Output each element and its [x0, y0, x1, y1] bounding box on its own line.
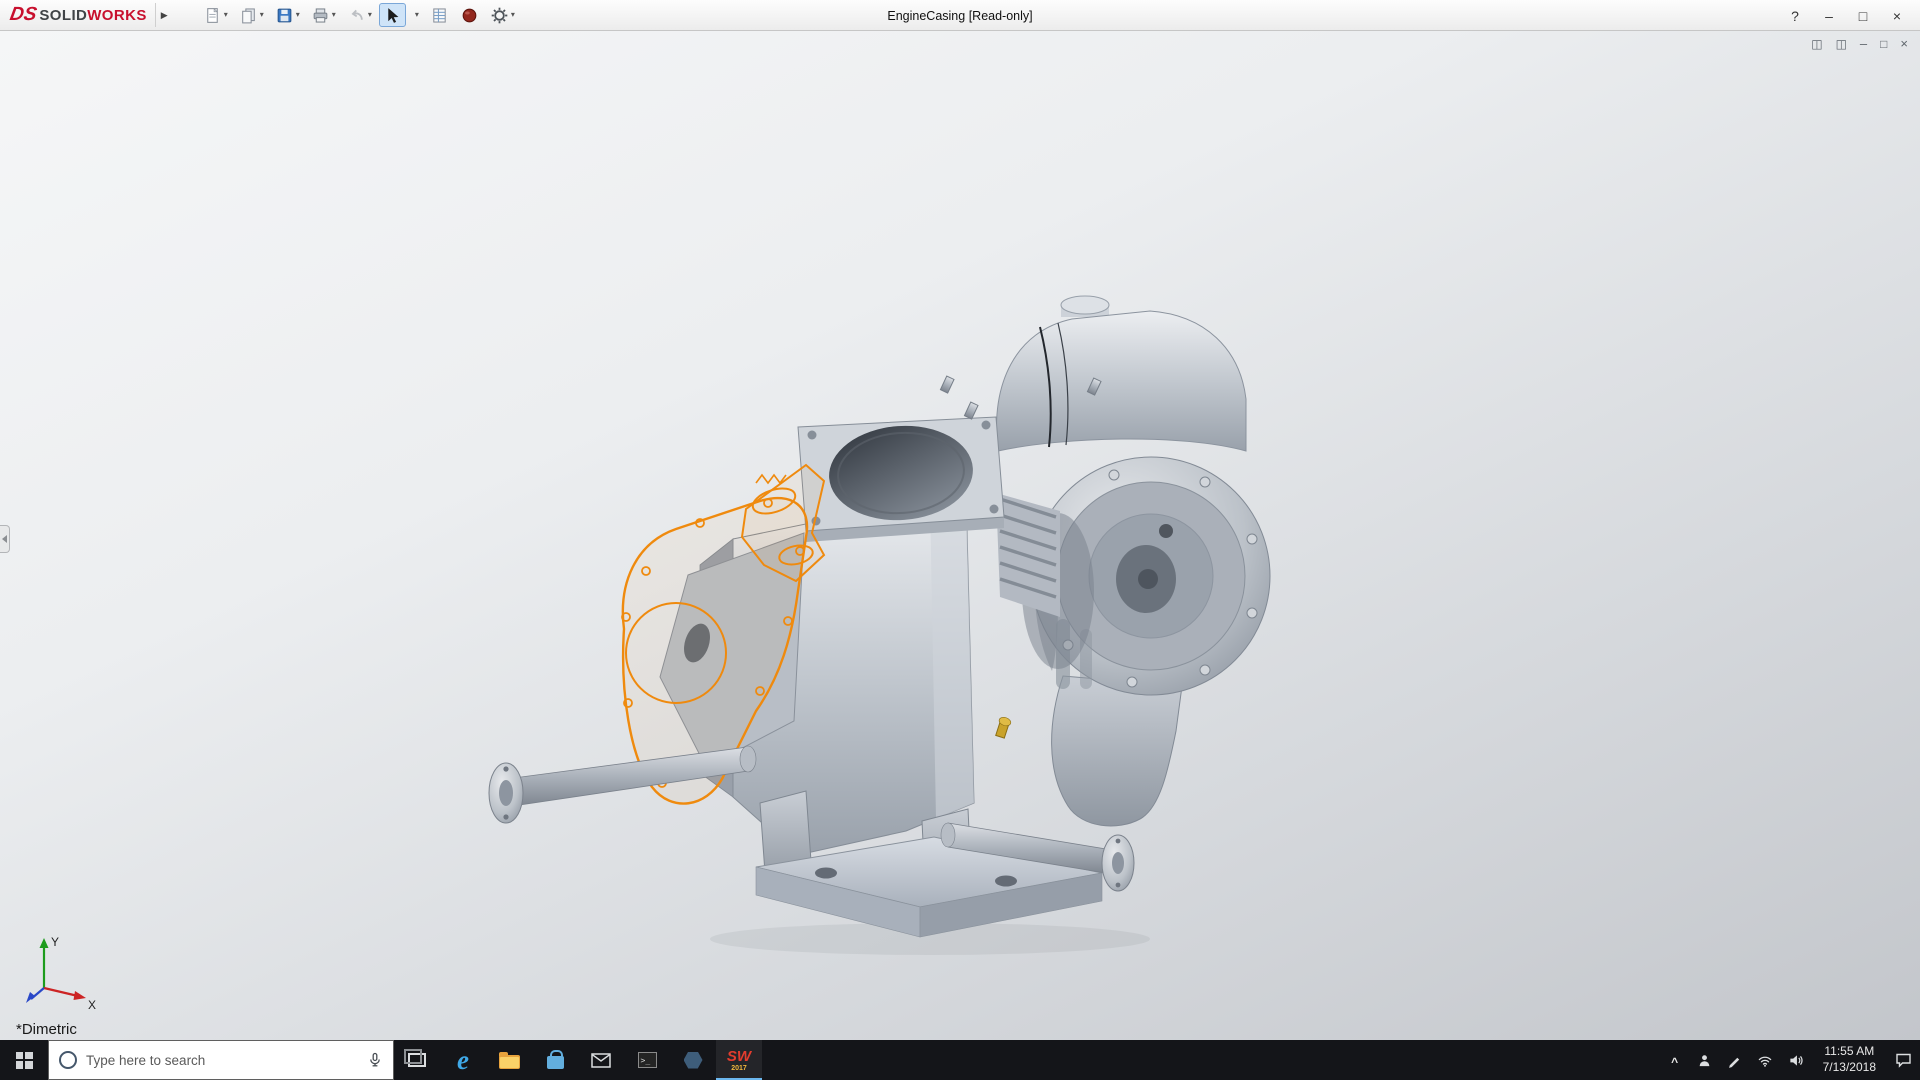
collapse-arrow-icon [2, 535, 7, 543]
select-tool-dropdown[interactable]: ▾ [409, 3, 423, 27]
solidworks-logo: DS SOLID WORKS [0, 4, 147, 26]
action-center-icon[interactable] [1895, 1052, 1912, 1068]
top-cover-part[interactable] [996, 295, 1247, 452]
store-button[interactable] [532, 1040, 578, 1080]
network-icon[interactable] [1757, 1053, 1773, 1068]
volume-icon[interactable] [1788, 1053, 1804, 1068]
taskbar-apps: e >_ SW 2017 [394, 1040, 762, 1080]
task-view-button[interactable] [394, 1040, 440, 1080]
hidden-icons-chevron-icon[interactable]: ^ [1668, 1055, 1682, 1069]
minimize-button[interactable]: – [1814, 3, 1844, 29]
taskbar-clock[interactable]: 11:55 AM 7/13/2018 [1819, 1044, 1880, 1075]
dropdown-caret-icon: ▾ [259, 10, 264, 19]
properties-icon [433, 7, 446, 23]
brand-text-works: WORKS [87, 7, 147, 24]
cooling-fins [996, 493, 1060, 617]
view-orientation-label: *Dimetric [16, 1021, 77, 1038]
task-view-icon [404, 1049, 426, 1067]
graphics-area[interactable]: ◫ ◫ – □ × Y X *Dimetric [0, 31, 1920, 1040]
pane-left-icon[interactable]: ◫ [1811, 38, 1822, 50]
search-input[interactable] [86, 1052, 358, 1068]
start-button[interactable] [0, 1040, 48, 1080]
print-icon [313, 7, 328, 23]
sw-version-badge: 2017 [731, 1064, 747, 1072]
window-controls: ? – □ × [1780, 0, 1912, 31]
feature-panel-collapse-tab[interactable] [0, 525, 10, 553]
open-document-button[interactable]: ▾ [235, 3, 268, 27]
help-button[interactable]: ? [1780, 3, 1810, 29]
print-button[interactable]: ▾ [307, 3, 340, 27]
dropdown-caret-icon: ▾ [223, 10, 228, 19]
doc-restore-button[interactable]: □ [1880, 38, 1887, 50]
clock-date: 7/13/2018 [1822, 1060, 1876, 1074]
dropdown-caret-icon: ▾ [295, 10, 300, 19]
brand-text-solid: SOLID [39, 7, 88, 24]
solidworks-taskbar-button[interactable]: SW 2017 [716, 1040, 762, 1080]
triad-x-label: X [88, 998, 96, 1012]
microphone-icon[interactable] [367, 1052, 383, 1068]
store-icon [546, 1050, 564, 1069]
flyout-arrow-icon: ▶ [160, 9, 168, 20]
command-prompt-button[interactable]: >_ [624, 1040, 670, 1080]
cylinder-bore-part[interactable] [797, 416, 1005, 542]
quick-access-toolbar: ▾ ▾ ▾ ▾ ▾ ▾ ▾ [199, 3, 519, 27]
triad-y-label: Y [51, 935, 59, 949]
sw-logo-text: SW [726, 1047, 752, 1065]
select-arrow-icon [388, 7, 399, 23]
doc-close-button[interactable]: × [1900, 37, 1908, 50]
clock-time: 11:55 AM [1824, 1044, 1875, 1059]
resources-button[interactable] [456, 3, 483, 27]
dropdown-caret-icon: ▾ [414, 10, 419, 19]
windows-taskbar: e >_ SW 2017 ^ [0, 1040, 1920, 1080]
system-tray: ^ 11:55 AM 7/13/2018 [1660, 1040, 1920, 1080]
dropdown-caret-icon: ▾ [510, 10, 515, 19]
open-document-icon [241, 7, 255, 23]
close-button[interactable]: × [1882, 3, 1912, 29]
title-bar: DS SOLID WORKS ▶ ▾ ▾ ▾ ▾ ▾ ▾ ▾ EngineCas… [0, 0, 1920, 31]
composer-button[interactable] [670, 1040, 716, 1080]
cortana-icon [59, 1051, 77, 1069]
document-window-controls: ◫ ◫ – □ × [1811, 37, 1908, 50]
new-document-button[interactable]: ▾ [199, 3, 232, 27]
dropdown-caret-icon: ▾ [367, 10, 372, 19]
taskbar-search-box[interactable] [48, 1040, 394, 1080]
resources-sphere-icon [462, 8, 477, 22]
solidworks-app-icon: SW 2017 [727, 1049, 751, 1072]
pane-right-icon[interactable]: ◫ [1836, 38, 1847, 50]
select-tool-button[interactable] [378, 3, 406, 27]
engine-casing-model[interactable] [0, 31, 1920, 1040]
options-gear-icon [491, 7, 508, 23]
mail-icon [591, 1052, 611, 1068]
mail-button[interactable] [578, 1040, 624, 1080]
pen-icon[interactable] [1727, 1053, 1742, 1068]
file-explorer-icon [498, 1052, 520, 1069]
windows-logo-icon [15, 1051, 33, 1069]
ds-logo-icon: DS [8, 4, 39, 25]
save-button[interactable]: ▾ [271, 3, 304, 27]
hexagon-app-icon [683, 1051, 703, 1069]
orientation-triad: Y X [26, 935, 96, 1012]
undo-button[interactable]: ▾ [343, 3, 376, 27]
options-button[interactable]: ▾ [486, 3, 519, 27]
document-title: EngineCasing [Read-only] [887, 8, 1033, 23]
people-icon[interactable] [1697, 1053, 1712, 1068]
properties-button[interactable] [426, 3, 453, 27]
doc-minimize-button[interactable]: – [1860, 37, 1867, 50]
edge-icon: e [457, 1044, 469, 1075]
menu-flyout-button[interactable]: ▶ [154, 3, 173, 27]
new-document-icon [206, 7, 218, 23]
maximize-button[interactable]: □ [1848, 3, 1878, 29]
file-explorer-button[interactable] [486, 1040, 532, 1080]
save-icon [277, 8, 292, 22]
edge-button[interactable]: e [440, 1040, 486, 1080]
undo-icon [351, 9, 363, 20]
command-prompt-icon: >_ [637, 1052, 657, 1068]
dropdown-caret-icon: ▾ [331, 10, 336, 19]
